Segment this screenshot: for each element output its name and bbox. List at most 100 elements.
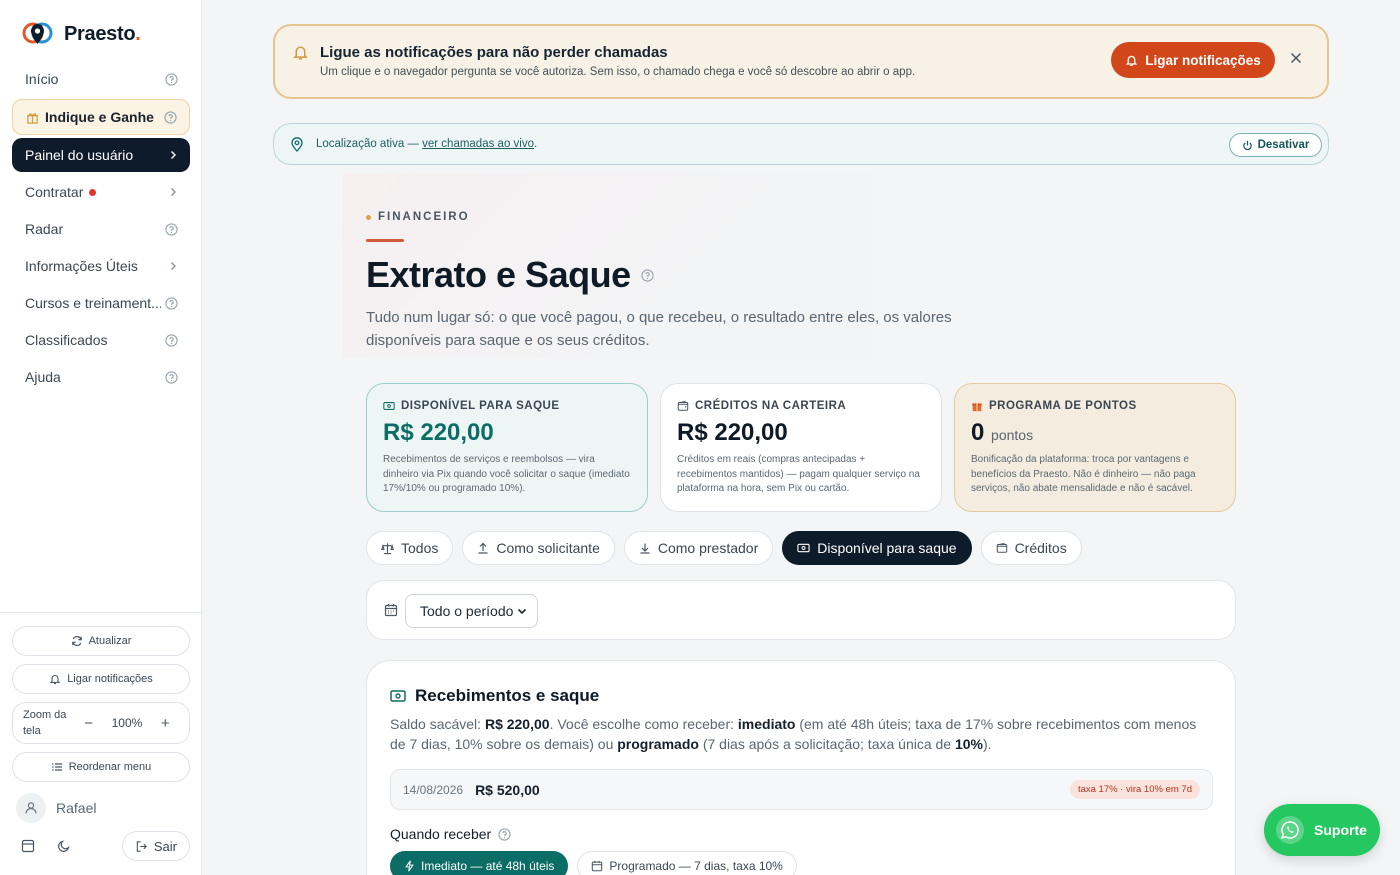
zoom-label: Zoom da tela [23, 709, 67, 737]
avatar [16, 793, 46, 823]
filter-credits[interactable]: Créditos [980, 531, 1082, 565]
sidebar-item-inicio[interactable]: Início [12, 62, 190, 96]
sidebar-item-cursos[interactable]: Cursos e treinament... [12, 286, 190, 320]
sidebar-item-informacoes[interactable]: Informações Úteis [12, 249, 190, 283]
wallet-credits-card: CRÉDITOS NA CARTEIRA R$ 220,00 Créditos … [660, 383, 942, 512]
sidebar-item-painel[interactable]: Painel do usuário [12, 138, 190, 172]
when-receive-label: Quando receber [390, 826, 511, 842]
filter-all[interactable]: Todos [366, 531, 454, 565]
user-name: Rafael [56, 800, 97, 816]
gift-icon [972, 403, 982, 412]
live-calls-link[interactable]: ver chamadas ao vivo [422, 138, 534, 150]
bell-icon [1126, 55, 1138, 66]
chevron-right-icon [171, 188, 176, 196]
points-amount: 0 pontos [971, 419, 1034, 446]
sidebar: Praesto. Início Indique e Ganhe Painel d… [0, 0, 202, 875]
period-filter: Todo o período [366, 580, 1236, 640]
reorder-menu-button[interactable]: Reordenar menu [12, 752, 190, 782]
refresh-button[interactable]: Atualizar [12, 626, 190, 656]
notification-banner: Ligue as notificações para não perder ch… [273, 24, 1329, 99]
lightning-icon [405, 860, 414, 872]
receive-options: Imediato — até 48h úteis Programado — 7 … [390, 851, 797, 875]
page-description: Tudo num lugar só: o que você pagou, o q… [366, 309, 952, 349]
card-description: Créditos em reais (compras antecipadas +… [677, 454, 920, 494]
credits-amount: R$ 220,00 [677, 419, 788, 446]
sidebar-item-label: Indique e Ganhe [45, 109, 154, 125]
support-button[interactable]: Suporte [1264, 804, 1380, 856]
location-bar: Localização ativa — ver chamadas ao vivo… [273, 123, 1329, 165]
withdrawable-balance-card: DISPONÍVEL PARA SAQUE R$ 220,00 Recebime… [366, 383, 648, 512]
scale-icon [381, 542, 394, 554]
sidebar-item-label: Contratar [25, 184, 84, 200]
sidebar-item-radar[interactable]: Radar [12, 212, 190, 246]
option-immediate[interactable]: Imediato — até 48h úteis [390, 851, 569, 875]
sidebar-item-label: Classificados [25, 332, 108, 348]
sidebar-actions: Sair [16, 831, 190, 861]
zoom-out-button[interactable]: − [84, 715, 93, 732]
sidebar-item-label: Informações Úteis [25, 258, 138, 274]
withdrawable-amount: R$ 220,00 [383, 419, 494, 446]
filter-withdrawable[interactable]: Disponível para saque [782, 531, 972, 565]
disable-location-button[interactable]: Desativar [1229, 133, 1322, 157]
bell-icon [292, 44, 309, 61]
refresh-icon [71, 635, 82, 647]
withdraw-panel: Recebimentos e saque Saldo sacável: R$ 2… [366, 660, 1236, 875]
notification-title: Ligue as notificações para não perder ch… [320, 44, 668, 61]
page-title: Extrato e Saque [366, 254, 654, 296]
list-icon [51, 763, 62, 771]
panel-title: Recebimentos e saque [390, 686, 599, 706]
whatsapp-icon [1276, 816, 1304, 844]
sidebar-item-label: Radar [25, 221, 64, 237]
points-program-card: PROGRAMA DE PONTOS 0 pontos Bonificação … [954, 383, 1236, 512]
user-profile[interactable]: Rafael [16, 793, 96, 823]
sidebar-item-classificados[interactable]: Classificados [12, 323, 190, 357]
period-select[interactable]: Todo o período [405, 594, 538, 628]
table-row[interactable]: 14/08/2026 R$ 520,00 taxa 17% · vira 10%… [390, 769, 1213, 810]
help-icon[interactable] [498, 827, 511, 841]
help-icon[interactable] [165, 72, 178, 86]
option-scheduled[interactable]: Programado — 7 dias, taxa 10% [577, 851, 797, 875]
moon-icon[interactable] [52, 834, 76, 858]
row-amount: R$ 520,00 [475, 781, 540, 798]
layout-icon[interactable] [16, 834, 40, 858]
help-icon[interactable] [165, 333, 178, 347]
title-accent [366, 239, 404, 242]
money-icon [797, 543, 810, 553]
wallet-icon [996, 542, 1007, 553]
fee-badge: taxa 17% · vira 10% em 7d [1069, 780, 1200, 799]
user-icon [25, 802, 37, 814]
help-icon[interactable] [164, 110, 177, 124]
logout-button[interactable]: Sair [121, 831, 190, 861]
filter-as-provider[interactable]: Como prestador [623, 531, 774, 565]
calendar-icon [384, 603, 398, 617]
card-description: Bonificação da plataforma: troca por van… [971, 454, 1196, 494]
location-status: Localização ativa — ver chamadas ao vivo… [316, 138, 538, 150]
sidebar-item-ajuda[interactable]: Ajuda [12, 360, 190, 394]
panel-description: Saldo sacável: R$ 220,00. Você escolhe c… [390, 716, 1197, 752]
sidebar-item-indique[interactable]: Indique e Ganhe [12, 99, 190, 135]
logo-icon [22, 20, 54, 48]
brand-logo[interactable]: Praesto. [22, 20, 141, 48]
help-icon[interactable] [165, 296, 178, 310]
sidebar-footer: Atualizar Ligar notificações Zoom da tel… [0, 612, 202, 861]
zoom-value: 100% [111, 716, 143, 730]
enable-notifications-cta[interactable]: Ligar notificações [1111, 42, 1275, 78]
zoom-control: Zoom da tela − 100% + [12, 702, 190, 744]
enable-notifications-button[interactable]: Ligar notificações [12, 664, 190, 694]
sidebar-item-contratar[interactable]: Contratar [12, 175, 190, 209]
help-icon[interactable] [165, 222, 178, 236]
chevron-right-icon [171, 262, 176, 270]
alert-dot [89, 188, 97, 196]
gift-icon [27, 112, 38, 124]
zoom-in-button[interactable]: + [161, 715, 170, 732]
help-icon[interactable] [640, 268, 654, 282]
filter-as-requester[interactable]: Como solicitante [462, 531, 615, 565]
section-eyebrow: FINANCEIRO [366, 211, 470, 223]
close-icon[interactable] [1289, 51, 1303, 65]
money-icon [390, 690, 406, 702]
bell-icon [49, 675, 61, 685]
wallet-icon [677, 400, 689, 411]
help-icon[interactable] [165, 370, 178, 384]
sidebar-nav: Início Indique e Ganhe Painel do usuário… [12, 62, 190, 397]
notification-text: Um clique e o navegador pergunta se você… [320, 66, 916, 78]
